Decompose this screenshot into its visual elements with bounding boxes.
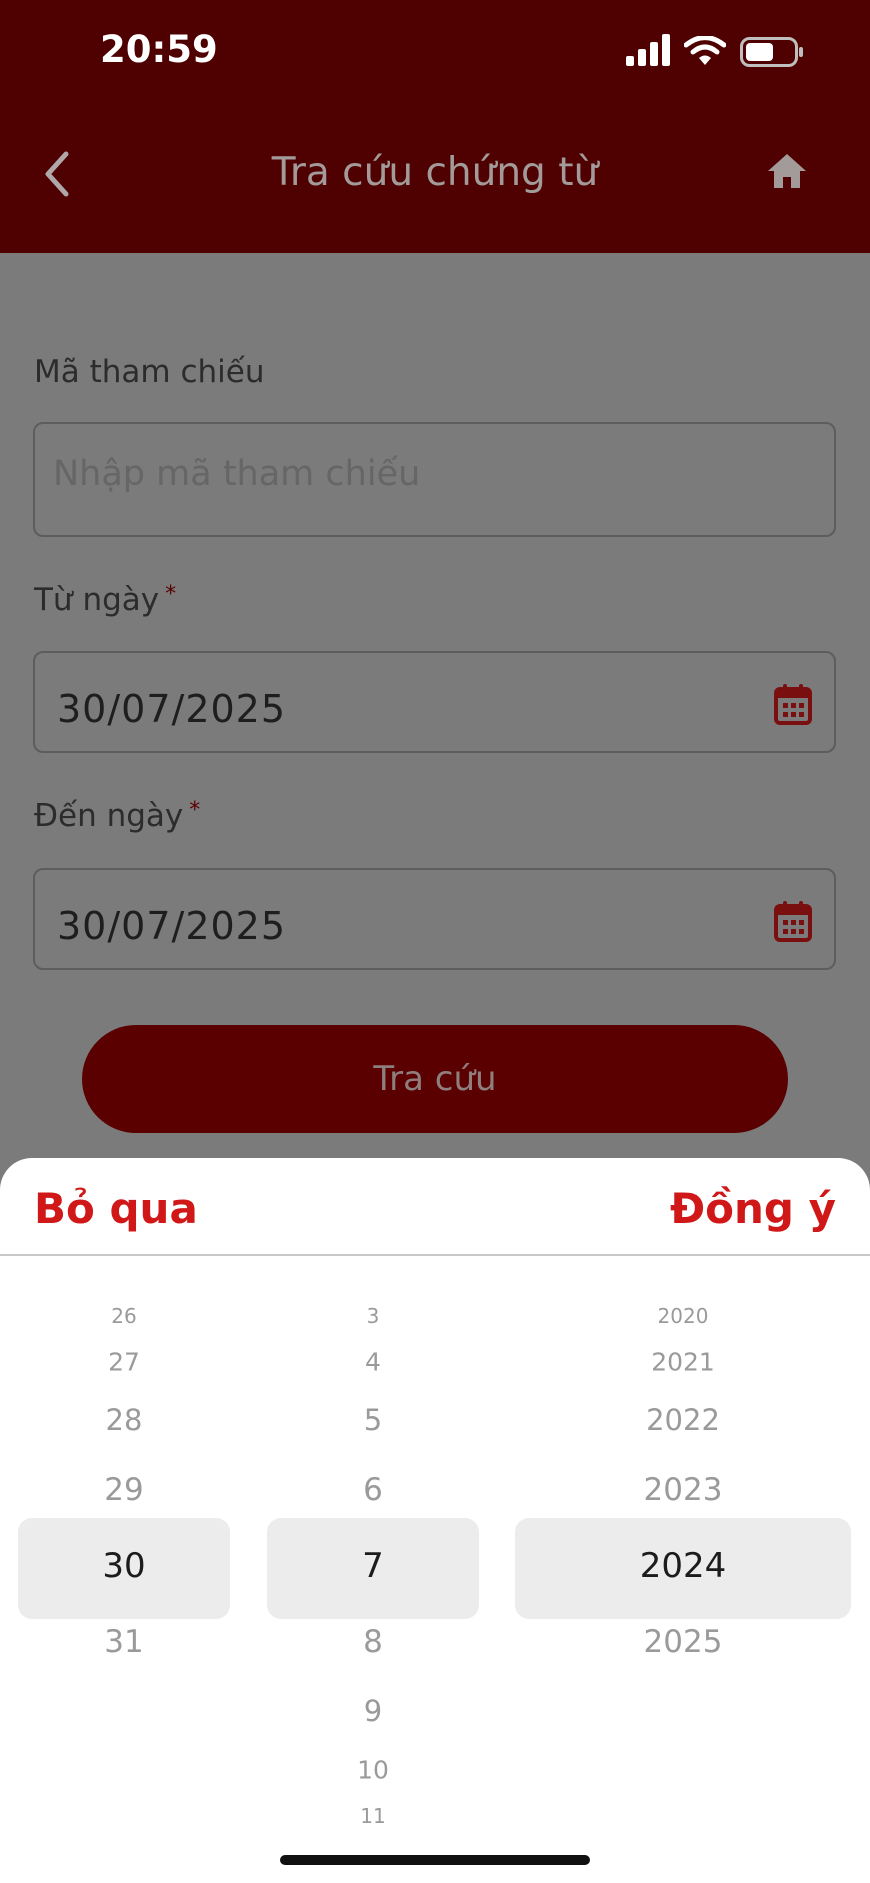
day-option[interactable]: 29 bbox=[18, 1472, 230, 1508]
signal-icon bbox=[626, 34, 670, 66]
to-date-label: Đến ngày * bbox=[34, 798, 200, 834]
day-option[interactable]: 26 bbox=[18, 1304, 230, 1328]
from-date-label: Từ ngày * bbox=[34, 582, 176, 618]
required-marker: * bbox=[189, 798, 201, 823]
month-option[interactable]: 9 bbox=[267, 1694, 479, 1728]
to-date-label-text: Đến ngày bbox=[34, 798, 184, 834]
month-option[interactable]: 11 bbox=[267, 1804, 479, 1828]
reference-input[interactable]: Nhập mã tham chiếu bbox=[33, 422, 836, 537]
page-title: Tra cứu chứng từ bbox=[271, 150, 599, 195]
to-date-field[interactable]: 30/07/2025 bbox=[33, 868, 836, 970]
app-bar: Tra cứu chứng từ bbox=[0, 100, 870, 253]
from-date-value: 30/07/2025 bbox=[57, 687, 287, 731]
month-option[interactable]: 10 bbox=[267, 1756, 479, 1785]
year-option[interactable]: 2022 bbox=[515, 1403, 851, 1437]
status-time: 20:59 bbox=[100, 28, 218, 71]
date-picker-sheet: Bỏ qua Đồng ý 26 27 28 29 30 31 3 4 5 6 … bbox=[0, 1158, 870, 1883]
required-marker: * bbox=[165, 582, 177, 607]
year-option[interactable]: 2025 bbox=[515, 1624, 851, 1660]
from-date-field[interactable]: 30/07/2025 bbox=[33, 651, 836, 753]
calendar-icon[interactable] bbox=[774, 683, 812, 725]
year-wheel[interactable]: 2020 2021 2022 2023 2024 2025 bbox=[515, 1158, 851, 1883]
search-button[interactable]: Tra cứu bbox=[82, 1025, 788, 1133]
status-bar: 20:59 bbox=[0, 0, 870, 100]
day-option[interactable]: 27 bbox=[18, 1348, 230, 1377]
month-option[interactable]: 5 bbox=[267, 1403, 479, 1437]
month-option[interactable]: 3 bbox=[267, 1304, 479, 1328]
year-option[interactable]: 2021 bbox=[515, 1348, 851, 1377]
to-date-value: 30/07/2025 bbox=[57, 904, 287, 948]
day-option[interactable]: 31 bbox=[18, 1624, 230, 1660]
reference-label: Mã tham chiếu bbox=[34, 354, 265, 390]
from-date-label-text: Từ ngày bbox=[34, 582, 160, 618]
reference-placeholder: Nhập mã tham chiếu bbox=[53, 454, 421, 494]
month-option[interactable]: 6 bbox=[267, 1472, 479, 1508]
day-option[interactable]: 28 bbox=[18, 1403, 230, 1437]
month-option-selected[interactable]: 7 bbox=[267, 1546, 479, 1586]
calendar-icon[interactable] bbox=[774, 900, 812, 942]
day-option-selected[interactable]: 30 bbox=[18, 1546, 230, 1586]
home-icon[interactable] bbox=[766, 152, 808, 190]
day-wheel[interactable]: 26 27 28 29 30 31 bbox=[18, 1158, 230, 1883]
year-option[interactable]: 2023 bbox=[515, 1472, 851, 1508]
wifi-icon bbox=[684, 36, 726, 65]
home-indicator[interactable] bbox=[280, 1855, 590, 1865]
month-option[interactable]: 4 bbox=[267, 1348, 479, 1377]
battery-icon bbox=[740, 37, 803, 67]
year-option-selected[interactable]: 2024 bbox=[515, 1546, 851, 1586]
month-option[interactable]: 8 bbox=[267, 1624, 479, 1660]
year-option[interactable]: 2020 bbox=[515, 1304, 851, 1328]
month-wheel[interactable]: 3 4 5 6 7 8 9 10 11 bbox=[267, 1158, 479, 1883]
